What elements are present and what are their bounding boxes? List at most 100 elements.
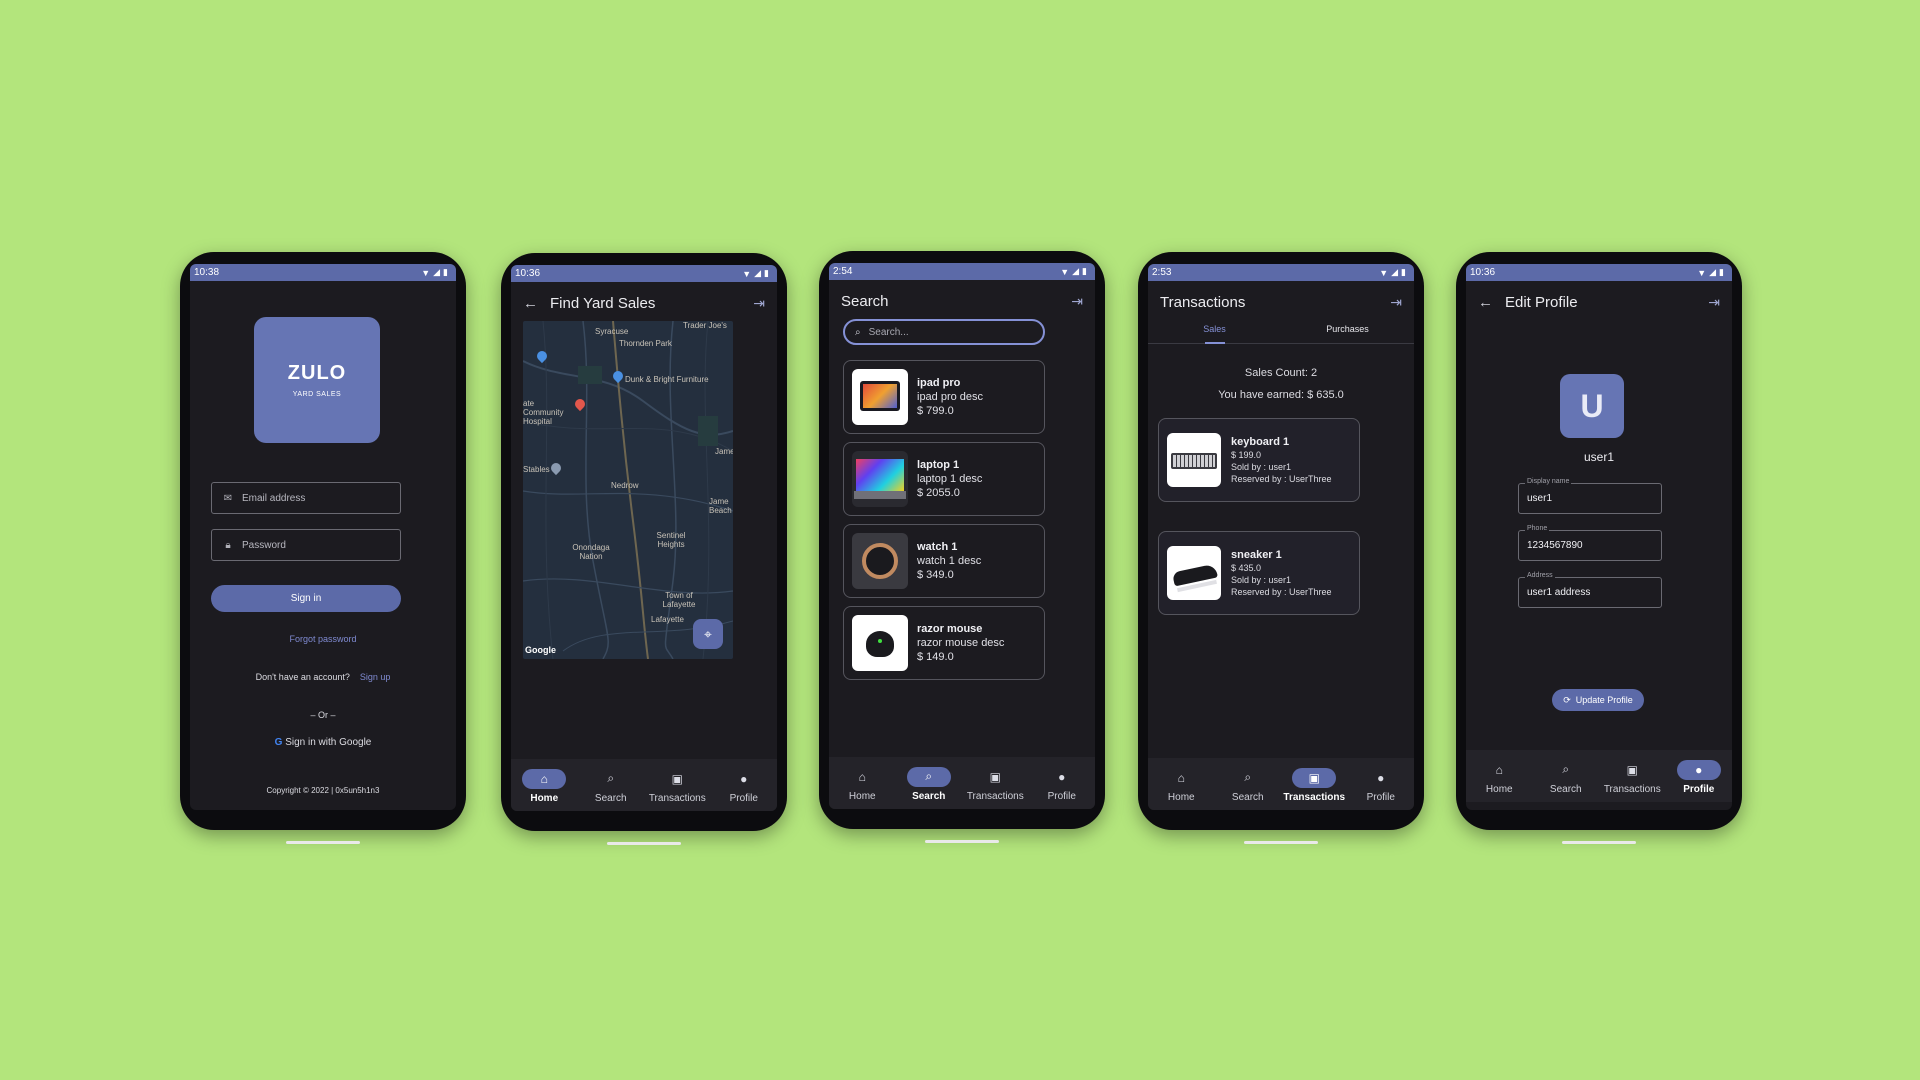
app-bar: Search ⇥ — [829, 280, 1095, 322]
battery-icon: ▮ — [1401, 267, 1406, 277]
display-name-field[interactable]: Display name user1 — [1518, 478, 1662, 514]
map-label: Jame Beach — [709, 497, 732, 515]
nav-transactions-label: Transactions — [1603, 783, 1661, 795]
nav-home[interactable]: ⌂ Home — [830, 767, 894, 802]
or-divider: – Or – — [310, 710, 336, 720]
nav-home[interactable]: ⌂ Home — [1467, 760, 1531, 795]
update-profile-button[interactable]: ⟳ Update Profile — [1552, 689, 1644, 711]
page-title: Find Yard Sales — [550, 294, 656, 312]
nav-search[interactable]: ⌕ Search — [1534, 760, 1598, 795]
nav-profile[interactable]: ● Profile — [1030, 767, 1094, 802]
battery-icon: ▮ — [443, 267, 448, 277]
logout-icon[interactable]: ⇥ — [1071, 293, 1083, 310]
nav-profile-label: Profile — [1047, 790, 1076, 802]
nav-home-label: Home — [1167, 791, 1195, 803]
profile-screen: 10:36 ▼ ◢ ▮ ← Edit Profile ⇥ U user1 Dis… — [1466, 264, 1732, 810]
product-price: $ 149.0 — [917, 651, 954, 663]
tab-sales[interactable]: Sales — [1148, 320, 1281, 343]
transaction-item-price: $ 435.0 — [1231, 563, 1262, 573]
home-icon: ⌂ — [1495, 762, 1503, 777]
product-card[interactable]: razor mouse razor mouse desc $ 149.0 — [843, 606, 1045, 680]
nav-transactions[interactable]: ▣ Transactions — [963, 767, 1027, 802]
product-card[interactable]: laptop 1 laptop 1 desc $ 2055.0 — [843, 442, 1045, 516]
nav-transactions[interactable]: ▣ Transactions — [645, 769, 709, 804]
home-icon: ⌂ — [1177, 770, 1185, 785]
map-label: Nedrow — [611, 481, 639, 490]
status-bar: 2:54 ▼ ◢ ▮ — [829, 263, 1095, 280]
search-input[interactable]: ⌕ Search... — [843, 319, 1045, 345]
sign-up-link[interactable]: Sign up — [360, 672, 391, 682]
nav-profile[interactable]: ● Profile — [1667, 759, 1731, 795]
copyright-text: Copyright © 2022 | 0x5un5h1n3 — [266, 786, 380, 795]
nav-home[interactable]: ⌂ Home — [1149, 768, 1213, 803]
avatar: U — [1560, 374, 1624, 438]
nav-transactions[interactable]: ▣ Transactions — [1282, 767, 1346, 803]
nav-transactions-label: Transactions — [1283, 791, 1346, 803]
refresh-icon: ⟳ — [1563, 694, 1571, 705]
wallet-icon: ▣ — [671, 771, 683, 786]
nav-profile-label: Profile — [1683, 783, 1715, 795]
wifi-icon: ▼ — [421, 267, 431, 278]
status-bar: 10:36 ▼ ◢ ▮ — [511, 265, 777, 282]
product-price: $ 349.0 — [917, 569, 954, 581]
display-name-value: user1 — [1527, 493, 1553, 504]
nav-home[interactable]: ⌂ Home — [512, 768, 576, 804]
transaction-reserved-by: Reserved by : UserThree — [1231, 587, 1332, 597]
password-field[interactable]: 🔒︎ Password — [211, 529, 401, 561]
map-label: Onondaga Nation — [572, 543, 610, 561]
transaction-card[interactable]: sneaker 1 $ 435.0 Sold by : user1 Reserv… — [1158, 531, 1360, 615]
nav-profile-label: Profile — [729, 792, 758, 804]
sales-count: Sales Count: 2 — [1244, 367, 1318, 379]
map-view[interactable]: Syracuse Thornden Park Dunk & Bright Fur… — [523, 321, 733, 659]
phone-field[interactable]: Phone 1234567890 — [1518, 525, 1662, 561]
product-name: laptop 1 — [917, 459, 960, 471]
tab-purchases[interactable]: Purchases — [1281, 320, 1414, 343]
status-time: 10:36 — [515, 268, 541, 279]
sign-in-button[interactable]: Sign in — [211, 585, 401, 612]
product-desc: laptop 1 desc — [917, 473, 983, 485]
transaction-card[interactable]: keyboard 1 $ 199.0 Sold by : user1 Reser… — [1158, 418, 1360, 502]
search-icon: ⌕ — [855, 326, 861, 338]
back-arrow-icon[interactable]: ← — [523, 295, 538, 312]
address-field[interactable]: Address user1 address — [1518, 572, 1662, 608]
product-card[interactable]: watch 1 watch 1 desc $ 349.0 — [843, 524, 1045, 598]
home-indicator — [607, 842, 681, 845]
email-field[interactable]: ✉ Email address — [211, 482, 401, 514]
google-icon: G — [274, 737, 283, 748]
lock-icon: 🔒︎ — [225, 539, 231, 551]
transaction-tabs: Sales Purchases — [1148, 320, 1414, 344]
google-watermark: Google — [525, 645, 556, 655]
nav-search[interactable]: ⌕ Search — [1216, 768, 1280, 803]
my-location-button[interactable]: ⌖ — [693, 619, 723, 649]
nav-profile[interactable]: ● Profile — [1349, 768, 1413, 803]
email-icon: ✉ — [223, 492, 233, 504]
no-account-text: Don't have an account? — [255, 672, 350, 682]
transaction-item-price: $ 199.0 — [1231, 450, 1262, 460]
nav-transactions[interactable]: ▣ Transactions — [1600, 760, 1664, 795]
product-price: $ 799.0 — [917, 405, 954, 417]
logout-icon[interactable]: ⇥ — [753, 295, 765, 312]
nav-search-label: Search — [1549, 783, 1582, 795]
map-label: Town of Lafayette — [662, 591, 696, 609]
nav-search[interactable]: ⌕ Search — [579, 769, 643, 804]
nav-transactions-label: Transactions — [648, 792, 706, 804]
logout-icon[interactable]: ⇥ — [1390, 294, 1402, 311]
email-placeholder: Email address — [242, 492, 306, 504]
back-arrow-icon[interactable]: ← — [1478, 294, 1493, 311]
nav-profile[interactable]: ● Profile — [712, 769, 776, 804]
product-card[interactable]: ipad pro ipad pro desc $ 799.0 — [843, 360, 1045, 434]
display-name-label: Display name — [1525, 478, 1572, 485]
status-time: 2:54 — [833, 266, 853, 277]
page-title: Edit Profile — [1505, 293, 1578, 311]
signal-icon: ◢ — [1391, 267, 1399, 277]
nav-search[interactable]: ⌕ Search — [897, 766, 961, 802]
page-title: Search — [841, 292, 889, 310]
product-image — [852, 615, 908, 671]
forgot-password-link[interactable]: Forgot password — [289, 634, 356, 644]
map-label: Syracuse — [595, 327, 629, 336]
google-sign-in-button[interactable]: G Sign in with Google — [190, 737, 456, 748]
logo-title: ZULO — [287, 362, 347, 384]
address-value: user1 address — [1527, 587, 1591, 598]
logout-icon[interactable]: ⇥ — [1708, 294, 1720, 311]
transaction-sold-by: Sold by : user1 — [1231, 575, 1292, 585]
